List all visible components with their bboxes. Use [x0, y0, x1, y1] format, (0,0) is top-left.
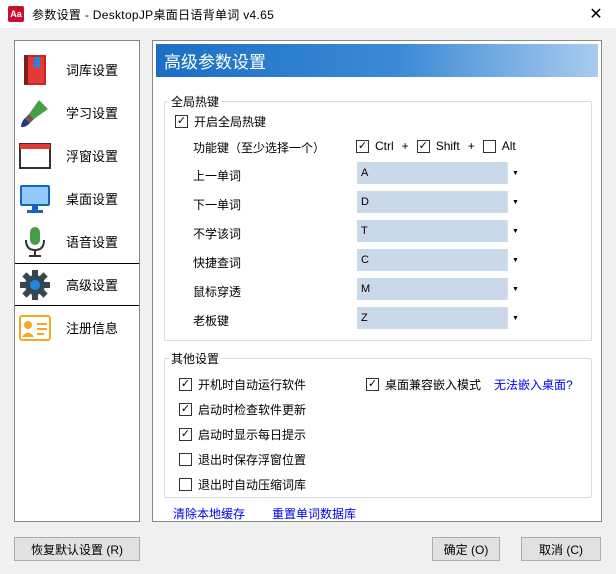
- checkbox-box[interactable]: ✓: [179, 403, 192, 416]
- dropdown-arrow-icon[interactable]: ▼: [507, 278, 523, 300]
- autostart-checkbox[interactable]: ✓ 开机时自动运行软件: [179, 376, 306, 393]
- sidebar-item-label: 浮窗设置: [66, 149, 119, 164]
- sidebar-item-floating-window[interactable]: 浮窗设置: [15, 134, 139, 177]
- checkbox-box[interactable]: ✓: [179, 428, 192, 441]
- ok-button[interactable]: 确定 (O): [432, 537, 500, 561]
- modifier-keys-row: ✓ Ctrl + ✓ Shift + Alt: [356, 139, 516, 153]
- save-position-label: 退出时保存浮窗位置: [198, 453, 307, 467]
- hotkey-boss-label: 老板键: [193, 314, 230, 328]
- select-value: T: [361, 225, 368, 237]
- dropdown-arrow-icon[interactable]: ▼: [507, 162, 523, 184]
- alt-label: Alt: [501, 139, 516, 153]
- other-settings-legend: 其他设置: [171, 352, 220, 366]
- dropdown-arrow-icon[interactable]: ▼: [507, 191, 523, 213]
- checkbox-box[interactable]: ✓: [175, 115, 188, 128]
- checkbox-box[interactable]: ✓: [179, 378, 192, 391]
- alt-checkbox[interactable]: [482, 139, 496, 153]
- select-value: D: [361, 196, 369, 208]
- select-value: C: [361, 254, 369, 266]
- sidebar-item-label: 高级设置: [66, 278, 119, 293]
- close-button[interactable]: ✕: [576, 0, 616, 28]
- save-position-checkbox[interactable]: 退出时保存浮窗位置: [179, 451, 306, 468]
- hotkeys-legend: 全局热键: [171, 95, 220, 109]
- ctrl-checkbox[interactable]: ✓: [356, 139, 369, 153]
- select-value: Z: [361, 312, 368, 324]
- sidebar-item-registration[interactable]: 注册信息: [15, 306, 139, 349]
- enable-hotkeys-checkbox[interactable]: ✓ 开启全局热键: [175, 113, 266, 130]
- hotkey-mouse-through-select[interactable]: M ▼: [357, 278, 523, 300]
- sidebar-item-advanced[interactable]: 高级设置: [15, 263, 139, 306]
- enable-hotkeys-label: 开启全局热键: [194, 115, 267, 129]
- hotkey-skip-label: 不学该词: [193, 227, 242, 241]
- autostart-label: 开机时自动运行软件: [198, 378, 307, 392]
- hotkey-next-select[interactable]: D ▼: [357, 191, 523, 213]
- desktop-embed-label: 桌面兼容嵌入模式: [385, 378, 482, 392]
- hotkey-lookup-select[interactable]: C ▼: [357, 249, 523, 271]
- sidebar-item-voice[interactable]: 语音设置: [15, 220, 139, 263]
- checkbox-box[interactable]: ✓: [366, 378, 379, 391]
- select-value: A: [361, 167, 369, 179]
- dropdown-arrow-icon[interactable]: ▼: [507, 249, 523, 271]
- brush-icon: [18, 96, 52, 130]
- shift-checkbox[interactable]: ✓: [416, 139, 430, 153]
- compress-db-checkbox[interactable]: 退出时自动压缩词库: [179, 476, 306, 493]
- sidebar-item-label: 注册信息: [66, 321, 119, 336]
- plus-sign: +: [467, 139, 475, 153]
- plus-sign: +: [401, 139, 409, 153]
- sidebar-item-vocabulary[interactable]: 词库设置: [15, 48, 139, 91]
- window-title: 参数设置 - DesktopJP桌面日语背单词 v4.65: [32, 7, 275, 22]
- desktop-embed-checkbox[interactable]: ✓ 桌面兼容嵌入模式: [366, 376, 481, 393]
- hotkeys-group: 全局热键: [164, 93, 592, 341]
- app-icon: Aa: [8, 6, 24, 22]
- title-bar: Aa 参数设置 - DesktopJP桌面日语背单词 v4.65 ✕: [0, 0, 616, 28]
- cancel-button[interactable]: 取消 (C): [521, 537, 601, 561]
- restore-defaults-button[interactable]: 恢复默认设置 (R): [14, 537, 140, 561]
- checkbox-box[interactable]: [179, 478, 192, 491]
- window-icon: [18, 139, 52, 173]
- hotkey-boss-select[interactable]: Z ▼: [357, 307, 523, 329]
- check-update-checkbox[interactable]: ✓ 启动时检查软件更新: [179, 401, 306, 418]
- clear-cache-link[interactable]: 清除本地缓存: [173, 505, 245, 522]
- checkbox-box[interactable]: [179, 453, 192, 466]
- sidebar: 词库设置 学习设置 浮窗设置 桌面设置 语音设置 高级设置 注册信息: [14, 40, 140, 522]
- daily-tip-checkbox[interactable]: ✓ 启动时显示每日提示: [179, 426, 306, 443]
- monitor-icon: [18, 182, 52, 216]
- page-title: 高级参数设置: [156, 44, 598, 77]
- compress-db-label: 退出时自动压缩词库: [198, 478, 307, 492]
- id-card-icon: [18, 311, 52, 345]
- sidebar-item-label: 桌面设置: [66, 192, 119, 207]
- hotkey-lookup-label: 快捷查词: [193, 256, 242, 270]
- reset-database-link[interactable]: 重置单词数据库: [272, 505, 356, 522]
- hotkey-prev-label: 上一单词: [193, 169, 242, 183]
- hotkey-mouse-through-label: 鼠标穿透: [193, 285, 242, 299]
- daily-tip-label: 启动时显示每日提示: [198, 428, 307, 442]
- microphone-icon: [18, 225, 52, 259]
- dropdown-arrow-icon[interactable]: ▼: [507, 307, 523, 329]
- sidebar-item-desktop[interactable]: 桌面设置: [15, 177, 139, 220]
- select-value: M: [361, 283, 371, 295]
- sidebar-item-study[interactable]: 学习设置: [15, 91, 139, 134]
- check-update-label: 启动时检查软件更新: [198, 403, 307, 417]
- sidebar-item-label: 词库设置: [66, 63, 119, 78]
- hotkey-prev-select[interactable]: A ▼: [357, 162, 523, 184]
- dropdown-arrow-icon[interactable]: ▼: [507, 220, 523, 242]
- hotkey-next-label: 下一单词: [193, 198, 242, 212]
- sidebar-item-label: 学习设置: [66, 106, 119, 121]
- book-icon: [18, 53, 52, 87]
- settings-panel: 高级参数设置 全局热键 ✓ 开启全局热键 功能键（至少选择一个） ✓ Ctrl …: [152, 40, 602, 522]
- gear-icon: [18, 268, 52, 302]
- embed-help-link[interactable]: 无法嵌入桌面?: [494, 376, 573, 393]
- shift-label: Shift: [435, 139, 460, 153]
- ctrl-label: Ctrl: [375, 139, 394, 153]
- modifier-keys-label: 功能键（至少选择一个）: [193, 141, 326, 155]
- hotkey-skip-select[interactable]: T ▼: [357, 220, 523, 242]
- sidebar-item-label: 语音设置: [66, 235, 119, 250]
